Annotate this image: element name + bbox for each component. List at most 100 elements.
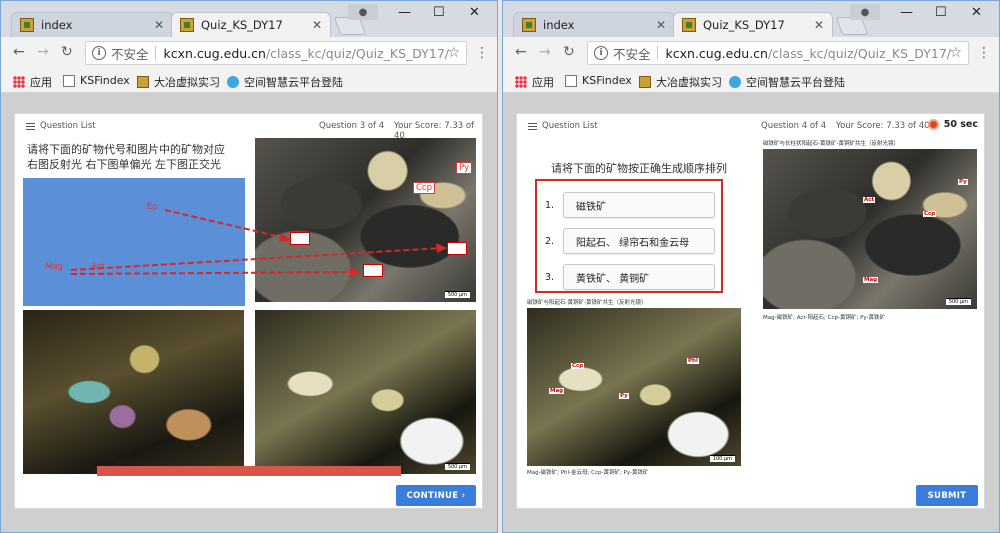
order-item-label[interactable]: 黄铁矿、 黄铜矿 (563, 264, 715, 290)
mineral-image-bottom: Ccp Mag Py Phl 100 μm (527, 308, 741, 466)
address-bar[interactable]: i 不安全 kcxn.cug.edu.cn/class_kc/quiz/Quiz… (587, 41, 969, 65)
insecure-label: 不安全 (111, 46, 149, 62)
bookmark-daye[interactable]: 大冶虚拟实习 (137, 74, 220, 90)
close-icon[interactable]: ✕ (656, 18, 666, 32)
close-icon[interactable]: ✕ (154, 18, 164, 32)
image-caption: Mag-磁铁矿; Phl-金云母; Ccp-黄铜矿; Py-黄铁矿 (527, 470, 649, 476)
apps-icon (515, 76, 527, 88)
bookmark-apps[interactable]: 应用 (13, 74, 52, 90)
site-favicon-icon (137, 76, 149, 88)
profile-icon[interactable]: ● (348, 4, 378, 20)
arrow-line (70, 271, 358, 275)
bookmark-ksfindex[interactable]: KSFindex (63, 74, 130, 87)
bookmark-star-icon[interactable]: ☆ (447, 45, 460, 61)
site-favicon-icon (639, 76, 651, 88)
tab-title: index (41, 18, 73, 32)
image-title: 磁铁矿与长柱状阳起石-黄铁矿-黄铜矿共生（反射光镜） (763, 141, 899, 147)
menu-icon[interactable]: ⋮ (977, 45, 991, 61)
document-icon (63, 74, 75, 87)
reload-icon[interactable]: ↻ (563, 44, 575, 60)
divider (154, 46, 156, 60)
tab-index[interactable]: index ✕ (513, 12, 675, 37)
scale-bar: 500 μm (945, 298, 971, 305)
question-list-link[interactable]: Question List (528, 121, 598, 131)
minimize-icon[interactable]: — (900, 5, 913, 20)
order-item-label[interactable]: 阳起石、 绿帘石和金云母 (563, 228, 715, 254)
quiz-card: Question List Question 3 of 4 Your Score… (14, 113, 483, 509)
tab-quiz[interactable]: Quiz_KS_DY17 ✕ (171, 12, 331, 37)
close-icon[interactable]: ✕ (814, 18, 824, 32)
reload-icon[interactable]: ↻ (61, 44, 73, 60)
info-icon[interactable]: i (594, 46, 608, 60)
submit-button[interactable]: SUBMIT (916, 485, 978, 506)
image-title: 磁铁矿与阳起石-黄铜矿-黄铁矿共生（反射光镜） (527, 300, 647, 306)
browser-toolbar: ← → ↻ i 不安全 kcxn.cug.edu.cn/class_kc/qui… (503, 37, 999, 69)
list-icon (528, 122, 537, 130)
bookmark-star-icon[interactable]: ☆ (949, 45, 962, 61)
maximize-icon[interactable]: ☐ (433, 5, 445, 20)
back-icon[interactable]: ← (515, 44, 527, 60)
info-icon[interactable]: i (92, 46, 106, 60)
cloud-icon (227, 76, 239, 88)
tab-quiz[interactable]: Quiz_KS_DY17 ✕ (673, 12, 833, 37)
divider (656, 46, 658, 60)
site-favicon-icon (20, 18, 34, 32)
url-path: /class_kc/quiz/Quiz_KS_DY17/ (265, 45, 449, 61)
browser-window-right: index ✕ Quiz_KS_DY17 ✕ ● — ☐ ✕ ← → ↻ i 不… (502, 0, 1000, 533)
browser-toolbar: ← → ↻ i 不安全 kcxn.cug.edu.cn/class_kc/qui… (1, 37, 497, 69)
order-item[interactable]: 1. 磁铁矿 (545, 192, 715, 218)
order-item-label[interactable]: 磁铁矿 (563, 192, 715, 218)
bookmark-ksfindex[interactable]: KSFindex (565, 74, 632, 87)
bookmarks-bar: 应用 KSFindex 大冶虚拟实习 空间智慧云平台登陆 (1, 69, 497, 93)
tab-title: Quiz_KS_DY17 (201, 18, 283, 32)
quiz-card: Question List Question 4 of 4 Your Score… (516, 113, 985, 509)
bookmark-cloud[interactable]: 空间智慧云平台登陆 (729, 74, 845, 90)
site-favicon-icon (682, 18, 696, 32)
quiz-header: Question List Question 4 of 4 Your Score… (517, 114, 984, 136)
document-icon (565, 74, 577, 87)
window-close-icon[interactable]: ✕ (971, 5, 982, 20)
page-content: Question List Question 4 of 4 Your Score… (503, 93, 999, 532)
tab-title: Quiz_KS_DY17 (703, 18, 785, 32)
arrow-head (436, 243, 447, 253)
arrows-overlay (70, 209, 447, 277)
page-content: Question List Question 3 of 4 Your Score… (1, 93, 497, 532)
arrow-head (279, 233, 291, 242)
timer-icon (927, 119, 939, 130)
close-icon[interactable]: ✕ (312, 18, 322, 32)
url-host: kcxn.cug.edu.cn (665, 45, 768, 61)
address-bar[interactable]: i 不安全 kcxn.cug.edu.cn/class_kc/quiz/Quiz… (85, 41, 467, 65)
profile-icon[interactable]: ● (850, 4, 880, 20)
order-item[interactable]: 3. 黄铁矿、 黄铜矿 (545, 264, 715, 290)
maximize-icon[interactable]: ☐ (935, 5, 947, 20)
bookmark-daye[interactable]: 大冶虚拟实习 (639, 74, 722, 90)
bookmarks-bar: 应用 KSFindex 大冶虚拟实习 空间智慧云平台登陆 (503, 69, 999, 93)
order-item[interactable]: 2. 阳起石、 绿帘石和金云母 (545, 228, 715, 254)
score: Your Score: 7.33 of 40 (836, 121, 930, 131)
apps-icon (13, 76, 25, 88)
tab-title: index (543, 18, 575, 32)
url-path: /class_kc/quiz/Quiz_KS_DY17/ (767, 45, 951, 61)
question-prompt: 请将下面的矿物按正确生成顺序排列 (551, 162, 727, 175)
cloud-icon (729, 76, 741, 88)
bookmark-apps[interactable]: 应用 (515, 74, 554, 90)
scale-bar: 100 μm (709, 455, 735, 462)
menu-icon[interactable]: ⋮ (475, 45, 489, 61)
bookmark-cloud[interactable]: 空间智慧云平台登陆 (227, 74, 343, 90)
arrow-line (70, 247, 444, 271)
browser-window-left: index ✕ Quiz_KS_DY17 ✕ ● — ☐ ✕ ← → ↻ i 不… (0, 0, 498, 533)
tab-index[interactable]: index ✕ (11, 12, 173, 37)
forward-icon[interactable]: → (539, 44, 551, 60)
feedback-bar (97, 466, 401, 476)
forward-icon[interactable]: → (37, 44, 49, 60)
image-caption: Mag-磁铁矿; Act-阳起石; Ccp-黄铜矿; Py-黄铁矿 (763, 315, 886, 321)
title-bar: index ✕ Quiz_KS_DY17 ✕ ● — ☐ ✕ (503, 1, 999, 37)
timer: 50 sec (927, 119, 978, 130)
back-icon[interactable]: ← (13, 44, 25, 60)
continue-button[interactable]: CONTINUE › (396, 485, 476, 506)
minimize-icon[interactable]: — (398, 5, 411, 20)
arrow-line (164, 209, 286, 239)
arrow-head (350, 267, 361, 277)
site-favicon-icon (522, 18, 536, 32)
window-close-icon[interactable]: ✕ (469, 5, 480, 20)
